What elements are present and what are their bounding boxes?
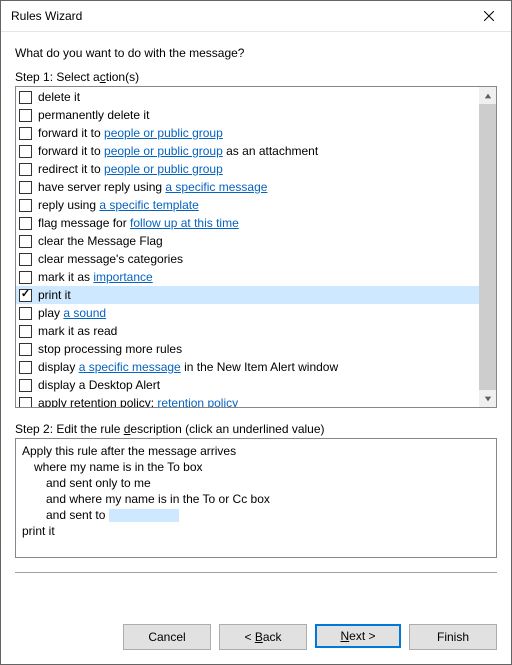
action-checkbox[interactable] [19, 145, 32, 158]
action-label: flag message for follow up at this time [38, 216, 239, 230]
action-link[interactable]: retention policy [157, 396, 238, 407]
action-link[interactable]: follow up at this time [130, 216, 239, 230]
step2-label: Step 2: Edit the rule description (click… [15, 422, 497, 436]
action-label: delete it [38, 90, 80, 104]
action-checkbox[interactable] [19, 199, 32, 212]
action-checkbox[interactable] [19, 127, 32, 140]
action-checkbox[interactable] [19, 91, 32, 104]
action-row[interactable]: permanently delete it [16, 106, 479, 124]
back-button[interactable]: < Back [219, 624, 307, 650]
action-label: forward it to people or public group [38, 126, 223, 140]
action-label: redirect it to people or public group [38, 162, 223, 176]
scroll-up-arrow[interactable] [479, 87, 496, 104]
action-label: clear message's categories [38, 252, 183, 266]
action-link[interactable]: people or public group [104, 144, 223, 158]
content-area: What do you want to do with the message?… [1, 32, 511, 624]
action-row[interactable]: print it [16, 286, 479, 304]
action-label: mark it as read [38, 324, 117, 338]
action-checkbox[interactable] [19, 289, 32, 302]
action-label: display a specific message in the New It… [38, 360, 338, 374]
actions-list[interactable]: delete it permanently delete it forward it… [16, 87, 479, 407]
wizard-question: What do you want to do with the message? [15, 46, 497, 60]
action-checkbox[interactable] [19, 109, 32, 122]
close-button[interactable] [466, 1, 511, 31]
desc-line: print it [22, 523, 490, 539]
actions-listbox: delete it permanently delete it forward it… [15, 86, 497, 408]
desc-line: and where my name is in the To or Cc box [22, 491, 490, 507]
wizard-buttons: Cancel < Back Next > Finish [1, 624, 511, 664]
action-checkbox[interactable] [19, 343, 32, 356]
action-checkbox[interactable] [19, 361, 32, 374]
action-row[interactable]: delete it [16, 88, 479, 106]
action-checkbox[interactable] [19, 271, 32, 284]
action-row[interactable]: display a Desktop Alert [16, 376, 479, 394]
action-row[interactable]: flag message for follow up at this time [16, 214, 479, 232]
action-label: have server reply using a specific messa… [38, 180, 267, 194]
action-label: stop processing more rules [38, 342, 182, 356]
action-checkbox[interactable] [19, 397, 32, 408]
action-row[interactable]: mark it as read [16, 322, 479, 340]
desc-line: Apply this rule after the message arrive… [22, 443, 490, 459]
action-link[interactable]: people or public group [104, 126, 223, 140]
action-row[interactable]: clear message's categories [16, 250, 479, 268]
action-checkbox[interactable] [19, 217, 32, 230]
action-row[interactable]: clear the Message Flag [16, 232, 479, 250]
action-checkbox[interactable] [19, 307, 32, 320]
action-label: reply using a specific template [38, 198, 199, 212]
action-label: clear the Message Flag [38, 234, 163, 248]
action-label: display a Desktop Alert [38, 378, 160, 392]
window-title: Rules Wizard [11, 9, 82, 23]
action-row[interactable]: mark it as importance [16, 268, 479, 286]
action-label: apply retention policy: retention policy [38, 396, 238, 407]
action-row[interactable]: have server reply using a specific messa… [16, 178, 479, 196]
action-row[interactable]: forward it to people or public group as … [16, 142, 479, 160]
step1-label: Step 1: Select action(s) [15, 70, 497, 84]
action-link[interactable]: a sound [63, 306, 106, 320]
rules-wizard-window: Rules Wizard What do you want to do with… [0, 0, 512, 665]
action-link[interactable]: a specific message [79, 360, 181, 374]
action-checkbox[interactable] [19, 325, 32, 338]
action-row[interactable]: apply retention policy: retention policy [16, 394, 479, 407]
actions-scrollbar[interactable] [479, 87, 496, 407]
action-row[interactable]: display a specific message in the New It… [16, 358, 479, 376]
action-label: mark it as importance [38, 270, 153, 284]
scroll-down-arrow[interactable] [479, 390, 496, 407]
action-checkbox[interactable] [19, 181, 32, 194]
cancel-button[interactable]: Cancel [123, 624, 211, 650]
desc-line: where my name is in the To box [22, 459, 490, 475]
rule-description-box[interactable]: Apply this rule after the message arrive… [15, 438, 497, 558]
action-row[interactable]: redirect it to people or public group [16, 160, 479, 178]
scroll-thumb[interactable] [479, 104, 496, 390]
buttons-separator [15, 572, 497, 573]
action-checkbox[interactable] [19, 163, 32, 176]
action-checkbox[interactable] [19, 379, 32, 392]
action-label: play a sound [38, 306, 106, 320]
action-link[interactable]: importance [93, 270, 152, 284]
action-row[interactable]: play a sound [16, 304, 479, 322]
action-link[interactable]: a specific message [165, 180, 267, 194]
action-link[interactable]: people or public group [104, 162, 223, 176]
action-row[interactable]: reply using a specific template [16, 196, 479, 214]
action-label: print it [38, 288, 71, 302]
titlebar: Rules Wizard [1, 1, 511, 32]
recipient-placeholder[interactable] [109, 509, 179, 522]
action-checkbox[interactable] [19, 253, 32, 266]
desc-line: and sent to [22, 507, 490, 523]
next-button[interactable]: Next > [315, 624, 401, 648]
action-label: forward it to people or public group as … [38, 144, 318, 158]
action-link[interactable]: a specific template [99, 198, 198, 212]
action-row[interactable]: stop processing more rules [16, 340, 479, 358]
finish-button[interactable]: Finish [409, 624, 497, 650]
action-checkbox[interactable] [19, 235, 32, 248]
desc-line: and sent only to me [22, 475, 490, 491]
action-label: permanently delete it [38, 108, 149, 122]
action-row[interactable]: forward it to people or public group [16, 124, 479, 142]
